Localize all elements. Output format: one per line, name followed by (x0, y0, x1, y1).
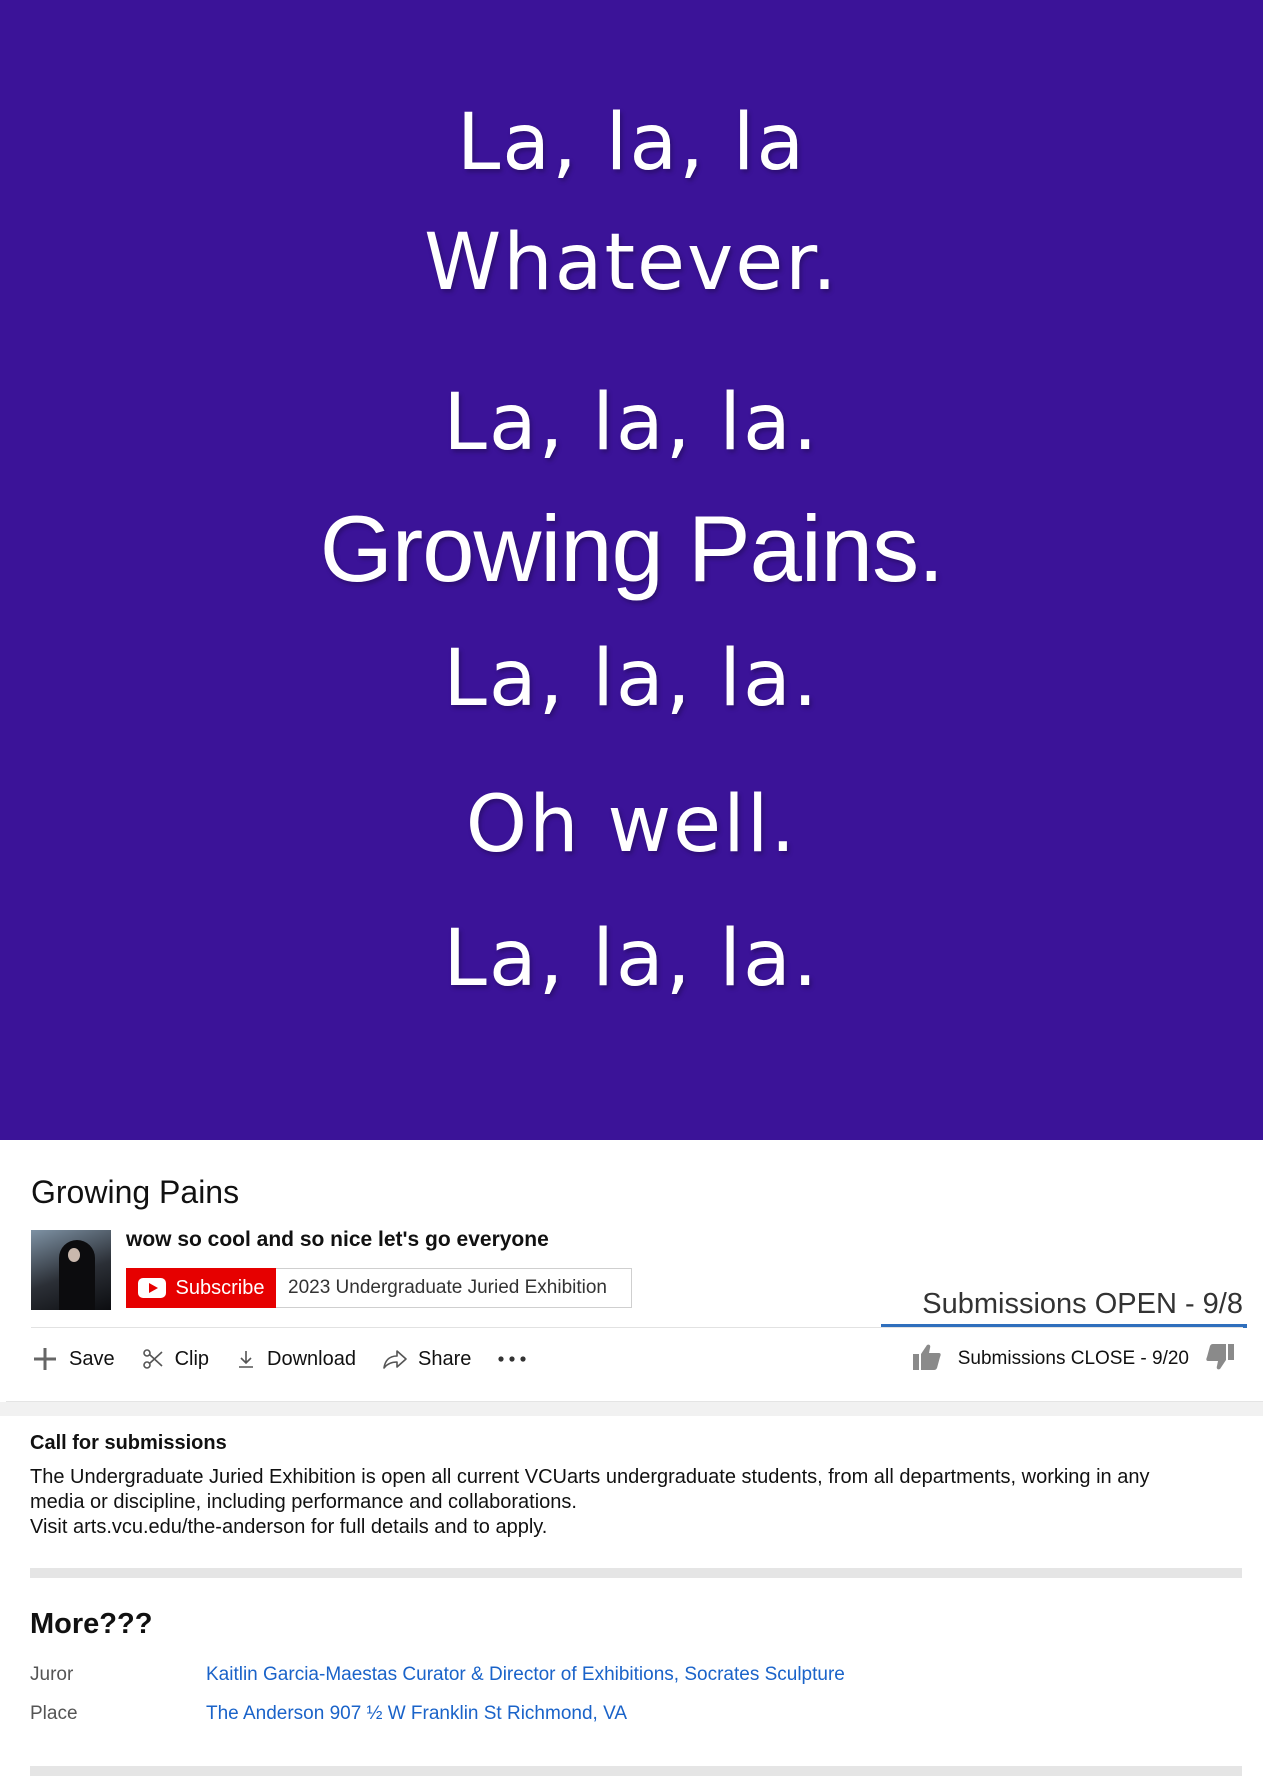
clip-button[interactable]: Clip (141, 1347, 209, 1371)
share-label: Share (418, 1347, 472, 1370)
section-divider-bottom (30, 1766, 1242, 1776)
lyric-line-6: Oh well. (465, 780, 798, 870)
subscribe-label: Subscribe (175, 1276, 265, 1299)
lyric-line-2: Whatever. (424, 218, 839, 308)
share-button[interactable]: Share (382, 1348, 471, 1371)
scissors-icon (141, 1347, 165, 1371)
subscriber-count: 2023 Undergraduate Juried Exhibition (276, 1268, 632, 1308)
rating-text: Submissions CLOSE - 9/20 (957, 1348, 1189, 1369)
section-separator (0, 1402, 1263, 1416)
channel-name[interactable]: wow so cool and so nice let's go everyon… (126, 1228, 549, 1252)
description-section: Call for submissions The Undergraduate J… (30, 1432, 1235, 1540)
lyric-line-3: La, la, la. (443, 378, 820, 468)
description-heading: Call for submissions (30, 1432, 227, 1454)
view-count: Submissions OPEN - 9/8 (922, 1288, 1243, 1320)
download-icon (235, 1348, 257, 1370)
divider (31, 1327, 1243, 1328)
more-actions-button[interactable] (497, 1354, 527, 1364)
meta-label: Juror (30, 1664, 74, 1685)
download-label: Download (267, 1347, 356, 1370)
lyric-title-line: Growing Pains. (319, 496, 944, 601)
video-info-card: Growing Pains wow so cool and so nice le… (6, 1144, 1263, 1402)
meta-link[interactable]: Kaitlin Garcia-Maestas Curator & Directo… (206, 1664, 845, 1686)
action-bar: Save Clip Download Share (31, 1334, 553, 1384)
channel-avatar[interactable] (31, 1230, 111, 1310)
thumbs-up-icon[interactable] (912, 1343, 942, 1376)
rating-bar: Submissions CLOSE - 9/20 (912, 1339, 1235, 1379)
save-label: Save (69, 1347, 115, 1370)
description-line: media or discipline, including performan… (30, 1491, 577, 1513)
description-line: Visit arts.vcu.edu/the-anderson for full… (30, 1516, 548, 1538)
download-button[interactable]: Download (235, 1348, 356, 1371)
thumbs-down-icon[interactable] (1205, 1343, 1235, 1376)
more-dots-icon (497, 1354, 527, 1364)
share-icon (382, 1348, 408, 1370)
video-title: Growing Pains (31, 1174, 240, 1210)
lyric-line-7: La, la, la. (443, 914, 820, 1004)
video-player[interactable]: La, la, la Whatever. La, la, la. Growing… (0, 0, 1263, 1140)
lyric-line-5: La, la, la. (443, 634, 820, 724)
description-line: The Undergraduate Juried Exhibition is o… (30, 1466, 1150, 1488)
meta-label: Place (30, 1703, 78, 1724)
section-divider (30, 1568, 1242, 1578)
save-button[interactable]: Save (31, 1345, 115, 1373)
subscribe-button[interactable]: Subscribe (126, 1268, 276, 1308)
clip-label: Clip (174, 1347, 210, 1370)
plus-icon (31, 1345, 59, 1373)
more-heading: More??? (30, 1608, 153, 1640)
meta-link[interactable]: The Anderson 907 ½ W Franklin St Richmon… (206, 1703, 627, 1725)
youtube-logo-icon (137, 1278, 166, 1298)
avatar-face (68, 1248, 80, 1262)
description-body: The Undergraduate Juried Exhibition is o… (30, 1465, 1235, 1540)
lyric-line-1: La, la, la (456, 98, 807, 188)
